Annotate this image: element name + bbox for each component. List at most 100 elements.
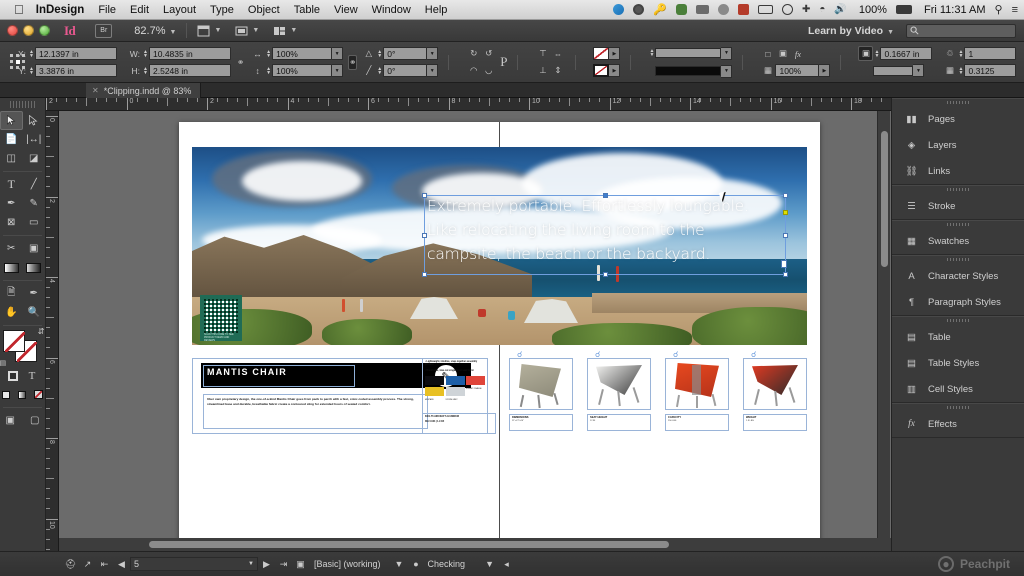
opacity-field[interactable]: 100%: [775, 64, 819, 77]
dock-item-pages[interactable]: ▮▮Pages: [892, 106, 1024, 132]
eyedropper-tool[interactable]: ✒: [23, 284, 46, 303]
preflight-icon[interactable]: ⛑: [62, 557, 79, 572]
gutter-stepper[interactable]: ▲▼: [957, 64, 964, 77]
scissors-tool[interactable]: ✂: [0, 239, 23, 258]
last-page-icon[interactable]: ⇥: [275, 557, 292, 572]
line-tool[interactable]: ╱: [23, 175, 46, 194]
stroke-style-dropdown-icon[interactable]: ▼: [721, 65, 732, 78]
menu-view[interactable]: View: [334, 4, 358, 16]
chevron-down-icon[interactable]: ▼: [391, 557, 408, 572]
fill-dropdown-icon[interactable]: ▶: [609, 47, 620, 60]
export-icon[interactable]: ↗: [79, 557, 96, 572]
headline-text[interactable]: Extremely portable. Effortlessly loungab…: [427, 194, 787, 266]
zoom-level-selector[interactable]: 82.7%▼: [134, 25, 176, 37]
scale-x-dropdown-icon[interactable]: ▼: [332, 47, 343, 60]
vertical-justification-field[interactable]: [873, 66, 913, 76]
product-caption[interactable]: WEIGHT 1.9 LBS: [743, 414, 807, 431]
menu-window[interactable]: Window: [372, 4, 411, 16]
stroke-weight-dropdown-icon[interactable]: ▼: [721, 47, 732, 60]
shear-dropdown-icon[interactable]: ▼: [427, 64, 438, 77]
horizontal-scroll-thumb[interactable]: [149, 541, 669, 548]
rotation-field[interactable]: 0°: [383, 47, 427, 60]
links-badge-icon[interactable]: ☌: [595, 351, 606, 358]
previous-page-icon[interactable]: ◀: [113, 557, 130, 572]
gutter-icon[interactable]: ▦: [942, 63, 957, 78]
columns-icon[interactable]: ♲: [942, 46, 957, 61]
product-item[interactable]: ☌ SEAT HEIGHT 12 IN: [587, 358, 651, 431]
note-tool[interactable]: 🗎: [0, 284, 23, 303]
close-window-button[interactable]: [7, 25, 18, 36]
stroke-style-field[interactable]: [655, 66, 721, 76]
gradient-swatch-tool[interactable]: [0, 258, 23, 277]
horizontal-scrollbar[interactable]: [59, 538, 891, 551]
panel-group-grip[interactable]: [892, 316, 1024, 324]
menubar-clock[interactable]: Fri 11:31 AM: [924, 4, 986, 16]
tools-panel-grip[interactable]: [10, 101, 35, 108]
vertical-scroll-thumb[interactable]: [881, 131, 888, 267]
shear-stepper[interactable]: ▲▼: [376, 64, 383, 77]
fx-icon[interactable]: fx: [790, 46, 805, 61]
vertical-justification-dropdown-icon[interactable]: ▼: [913, 64, 924, 77]
stroke-weight-field[interactable]: [655, 48, 721, 58]
first-page-icon[interactable]: ⇤: [96, 557, 113, 572]
vertical-scrollbar[interactable]: [877, 111, 890, 551]
h-stepper[interactable]: ▲▼: [142, 64, 149, 77]
fill-swatch[interactable]: [593, 47, 609, 60]
constrain-scale-icon[interactable]: ⚭: [348, 55, 357, 70]
status-bar-resize-icon[interactable]: ◂: [498, 557, 515, 572]
type-tool[interactable]: T: [0, 175, 23, 194]
vertical-ruler[interactable]: 0246810: [46, 111, 59, 551]
normal-view-mode[interactable]: ▣: [0, 411, 21, 430]
format-container-icon[interactable]: [6, 366, 21, 385]
time-machine-icon[interactable]: [782, 4, 793, 15]
close-icon[interactable]: ✕: [92, 86, 99, 95]
bridge-button[interactable]: Br: [95, 24, 112, 38]
stroke-weight-stepper[interactable]: ▲▼: [648, 47, 655, 60]
rotation-stepper[interactable]: ▲▼: [376, 47, 383, 60]
scale-y-field[interactable]: 100%: [272, 64, 332, 77]
google-drive-icon[interactable]: [718, 4, 729, 15]
menu-file[interactable]: File: [98, 4, 116, 16]
menu-type[interactable]: Type: [210, 4, 234, 16]
content-placer-tool[interactable]: ◪: [23, 149, 46, 168]
home-icon[interactable]: [738, 4, 749, 15]
rotate-counterclockwise-icon[interactable]: ↺: [481, 46, 496, 61]
screen-mode-icon[interactable]: ▼: [197, 25, 221, 37]
pen-tool[interactable]: ✒: [0, 194, 23, 213]
shipping-icon[interactable]: [696, 5, 709, 14]
selection-handle-bc[interactable]: [603, 272, 608, 277]
scale-y-stepper[interactable]: ▲▼: [265, 64, 272, 77]
y-field[interactable]: 3.3876 in: [35, 64, 117, 77]
view-options-icon[interactable]: ▼: [235, 25, 259, 37]
stroke-swatch[interactable]: [593, 64, 609, 77]
creative-cloud-icon[interactable]: [633, 4, 644, 15]
free-transform-tool[interactable]: ▣: [23, 239, 46, 258]
scale-x-field[interactable]: 100%: [272, 47, 332, 60]
dropbox-icon[interactable]: [613, 4, 624, 15]
content-collector-tool[interactable]: ◫: [0, 149, 23, 168]
frame-fitting-icon[interactable]: □: [760, 46, 775, 61]
out-port-icon[interactable]: [781, 260, 787, 268]
product-caption[interactable]: CAPACITY 250 LBS: [665, 414, 729, 431]
columns-field[interactable]: 1: [964, 47, 1016, 60]
select-container-icon[interactable]: P: [500, 55, 507, 70]
panel-group-grip[interactable]: [892, 403, 1024, 411]
page-tool[interactable]: 📄: [0, 130, 23, 149]
product-image[interactable]: [665, 358, 729, 410]
dock-item-paragraph-styles[interactable]: ¶Paragraph Styles: [892, 289, 1024, 315]
hand-tool[interactable]: ✋: [0, 303, 23, 322]
x-stepper[interactable]: ▲▼: [28, 47, 35, 60]
product-image[interactable]: [743, 358, 807, 410]
product-item[interactable]: ☌ WEIGHT 1.9 LBS: [743, 358, 807, 431]
apply-gradient-icon[interactable]: [16, 385, 28, 404]
scale-x-stepper[interactable]: ▲▼: [265, 47, 272, 60]
body-copy-frame[interactable]: Uber own proprietary design, the one-of-…: [203, 394, 428, 429]
text-frame-inset-icon[interactable]: ▣: [858, 46, 873, 61]
w-field[interactable]: 10.4835 in: [149, 47, 231, 60]
swap-fill-stroke-icon[interactable]: ⇵: [38, 327, 45, 336]
rotation-dropdown-icon[interactable]: ▼: [427, 47, 438, 60]
dock-item-table[interactable]: ▤Table: [892, 324, 1024, 350]
y-stepper[interactable]: ▲▼: [28, 64, 35, 77]
frame-tool[interactable]: ⊠: [0, 213, 23, 232]
align-top-icon[interactable]: ⊤: [535, 46, 550, 61]
